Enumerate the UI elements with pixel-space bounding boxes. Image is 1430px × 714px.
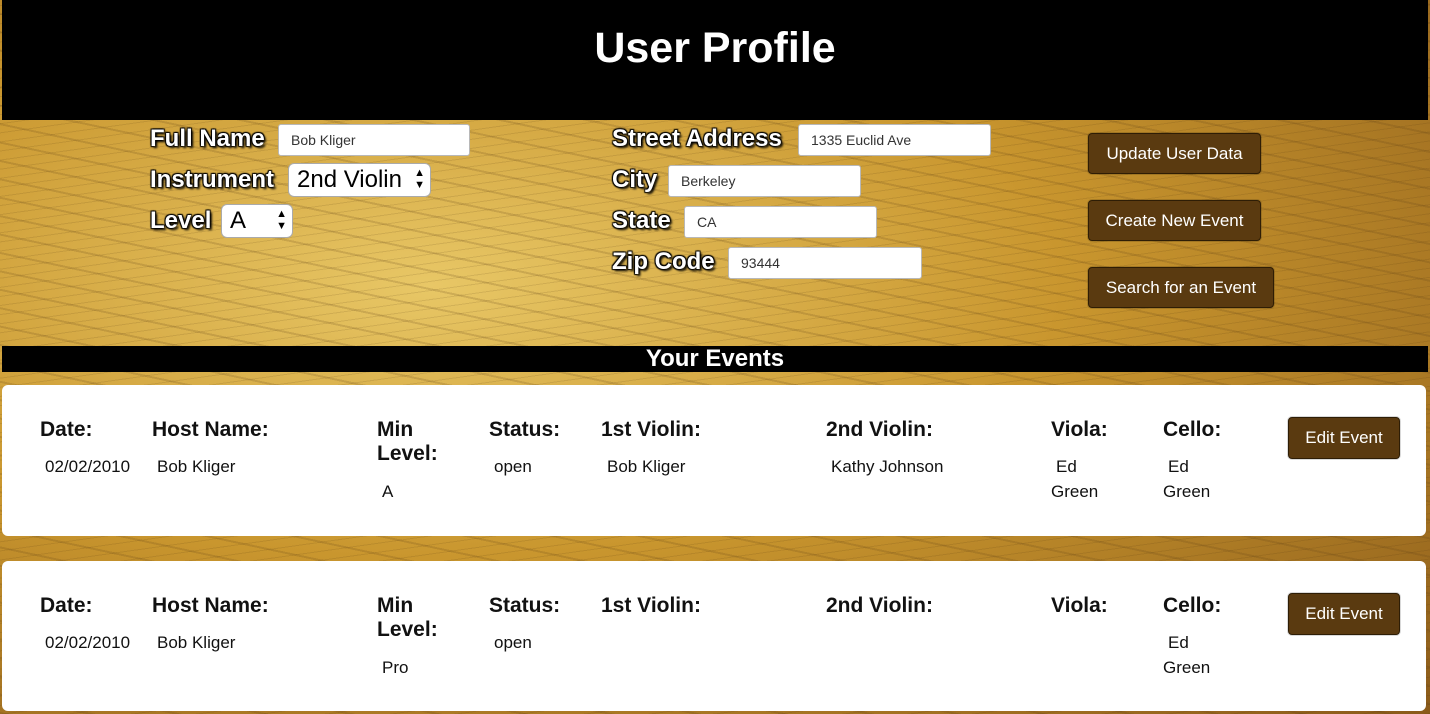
event-min-level: A: [382, 482, 394, 501]
level-select[interactable]: A ▲ ▼: [221, 204, 293, 238]
event-viola: Ed Green: [1051, 457, 1099, 501]
city-label: City: [612, 166, 658, 193]
event-first-violin: Bob Kliger: [607, 457, 686, 476]
viola-header: Viola:: [1051, 418, 1108, 441]
cello-header: Cello:: [1163, 594, 1222, 617]
viola-header: Viola:: [1051, 594, 1108, 617]
host-name-header: Host Name:: [152, 594, 269, 617]
full-name-label: Full Name: [150, 125, 265, 152]
event-viola: [1051, 630, 1056, 655]
your-events-heading: Your Events: [2, 346, 1428, 372]
event-card: Date: Host Name: Min Level: Status: 1st V…: [2, 385, 1426, 536]
zip-code-label: Zip Code: [612, 248, 715, 275]
min-level-header: Min Level:: [377, 594, 438, 641]
state-label: State: [612, 207, 671, 234]
second-violin-header: 2nd Violin:: [826, 418, 933, 441]
instrument-value: 2nd Violin: [297, 166, 402, 193]
edit-event-button[interactable]: Edit Event: [1288, 417, 1400, 459]
edit-event-button[interactable]: Edit Event: [1288, 593, 1400, 635]
event-host: Bob Kliger: [157, 633, 236, 652]
date-header: Date:: [40, 594, 93, 617]
min-level-header: Min Level:: [377, 418, 438, 465]
page-title: User Profile: [594, 24, 836, 72]
first-violin-header: 1st Violin:: [601, 418, 701, 441]
update-user-data-button[interactable]: Update User Data: [1088, 133, 1261, 174]
event-status: open: [494, 457, 532, 476]
host-name-header: Host Name:: [152, 418, 269, 441]
full-name-field[interactable]: [278, 124, 470, 156]
instrument-label: Instrument: [150, 166, 275, 193]
event-cello: Ed Green: [1163, 457, 1211, 501]
updown-arrows-icon: ▲ ▼: [414, 167, 425, 191]
street-address-field[interactable]: [798, 124, 991, 156]
event-card: Date: Host Name: Min Level: Status: 1st V…: [2, 561, 1426, 711]
page-header: User Profile: [2, 0, 1428, 120]
state-field[interactable]: [684, 206, 877, 238]
street-address-label: Street Address: [612, 125, 782, 152]
event-host: Bob Kliger: [157, 457, 236, 476]
status-header: Status:: [489, 594, 561, 617]
event-date: 02/02/2010: [45, 457, 131, 476]
event-cello: Ed Green: [1163, 633, 1211, 677]
first-violin-header: 1st Violin:: [601, 594, 701, 617]
updown-arrows-icon: ▲ ▼: [276, 208, 287, 232]
cello-header: Cello:: [1163, 418, 1222, 441]
create-new-event-button[interactable]: Create New Event: [1088, 200, 1261, 241]
event-status: open: [494, 633, 532, 652]
level-label: Level: [150, 207, 212, 234]
event-date: 02/02/2010: [45, 633, 131, 652]
event-second-violin: Kathy Johnson: [831, 457, 944, 476]
instrument-select[interactable]: 2nd Violin ▲ ▼: [288, 163, 431, 197]
date-header: Date:: [40, 418, 93, 441]
second-violin-header: 2nd Violin:: [826, 594, 933, 617]
event-min-level: Pro: [382, 658, 409, 677]
status-header: Status:: [489, 418, 561, 441]
level-value: A: [230, 207, 247, 234]
search-event-button[interactable]: Search for an Event: [1088, 267, 1274, 308]
city-field[interactable]: [668, 165, 861, 197]
zip-code-field[interactable]: [728, 247, 922, 279]
